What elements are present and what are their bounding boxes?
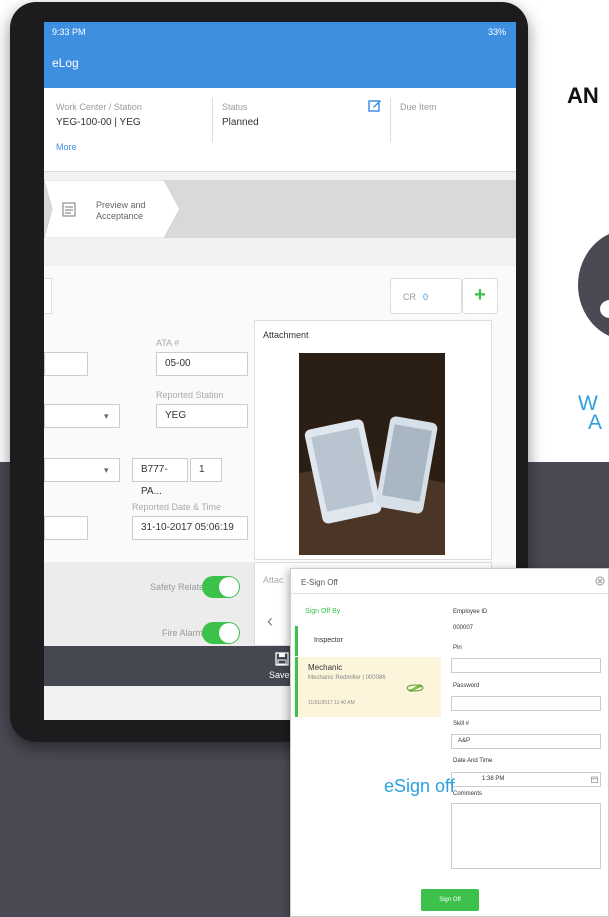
status-time: 9:33 PM: [52, 27, 86, 37]
left-field-1[interactable]: [44, 352, 88, 376]
save-label: Save: [269, 670, 290, 680]
password-label: Password: [453, 683, 480, 689]
slide-caption-line-2: A: [588, 411, 603, 434]
attachment-title: Attachment: [263, 330, 309, 340]
status-bar: 9:33 PM 33%: [44, 22, 516, 42]
info-divider: [212, 98, 213, 142]
ata-input[interactable]: 05-00: [156, 352, 248, 376]
sign-off-button[interactable]: Sign Off: [421, 889, 479, 911]
step-preview-acceptance[interactable]: Preview and Acceptance: [44, 180, 184, 238]
avatar-circle: [578, 230, 609, 340]
work-order-info-panel: Work Center / Station YEG-100-00 | YEG S…: [44, 88, 516, 172]
ata-label: ATA #: [156, 338, 180, 348]
inspector-label: Inspector: [314, 637, 343, 644]
safety-related-label: Safety Related: [150, 582, 210, 592]
slide-canvas: AN W A 9:33 PM 33% eLog Work Center / St…: [0, 0, 609, 917]
attachment-photo-image: [299, 353, 445, 555]
toggle-knob: [219, 623, 239, 643]
attachment-photo[interactable]: [299, 353, 445, 555]
previous-arrow-icon[interactable]: ‹: [267, 611, 273, 632]
safety-related-toggle[interactable]: [202, 576, 240, 598]
reported-datetime-label: Reported Date & Time: [132, 502, 222, 512]
step-label-line-1: Preview and: [96, 200, 146, 210]
dropdown-caret-icon: ▾: [104, 465, 109, 475]
esign-dialog: E-Sign Off Sign Off By Inspector Mechani…: [290, 568, 609, 917]
step-label: Preview and Acceptance: [96, 200, 146, 222]
header-divider: [291, 593, 608, 594]
reported-datetime-input[interactable]: 31-10-2017 05:06:19: [132, 516, 248, 540]
skill-label: Skill #: [453, 721, 470, 727]
skill-input[interactable]: A&P: [451, 734, 601, 749]
app-title: eLog: [52, 56, 79, 70]
attachment-panel: Attachment: [254, 320, 492, 560]
employee-id-value: 000007: [453, 625, 474, 631]
cr-label: CR: [403, 292, 416, 302]
dropdown-caret-icon: ▾: [104, 411, 109, 421]
fire-alarm-toggle[interactable]: [202, 622, 240, 644]
work-center-value: YEG-100-00 | YEG: [56, 117, 141, 128]
password-input[interactable]: [451, 696, 601, 711]
esign-title: E-Sign Off: [301, 578, 338, 587]
battery-status: 33%: [487, 27, 506, 37]
step-label-line-2: Acceptance: [96, 211, 144, 221]
status-label: Status: [222, 102, 248, 112]
status-value: Planned: [222, 117, 259, 128]
cr-counter[interactable]: CR 0: [390, 278, 462, 314]
document-icon: [62, 202, 76, 217]
comments-label: Comments: [453, 791, 483, 797]
slide-heading: AN: [567, 83, 599, 108]
date-time-input[interactable]: 1:38 PM: [451, 772, 601, 787]
workflow-steps: Preview and Acceptance: [44, 180, 516, 238]
reported-station-label: Reported Station: [156, 390, 224, 400]
due-item-label: Due Item: [400, 102, 437, 112]
cr-value: 0: [423, 292, 429, 302]
signature-pen-icon: [406, 684, 424, 692]
part-number-input[interactable]: B777-PA...: [132, 458, 188, 497]
mechanic-name: Mechanic Redmiller | 000086: [308, 675, 386, 681]
mechanic-title: Mechanic: [308, 663, 343, 672]
reported-station-input[interactable]: YEG: [156, 404, 248, 428]
quantity-input[interactable]: 1: [190, 458, 222, 482]
pin-label: Pin: [453, 645, 462, 651]
safety-toggles: Safety Related Fire Alarm?: [44, 562, 254, 646]
info-divider: [390, 98, 391, 142]
attachment-lower-label: Attac: [263, 575, 284, 585]
toggle-knob: [219, 577, 239, 597]
mechanic-timestamp: 11/01/2017 11:40 AM: [308, 700, 355, 706]
left-field-2[interactable]: [44, 516, 88, 540]
work-center-label: Work Center / Station: [56, 102, 142, 112]
close-icon[interactable]: [595, 576, 605, 586]
left-input-edge[interactable]: [44, 278, 52, 314]
sign-off-by-heading: Sign Off By: [305, 608, 341, 615]
add-button[interactable]: +: [462, 278, 498, 314]
edit-icon[interactable]: [368, 98, 382, 112]
signer-mechanic[interactable]: Mechanic Mechanic Redmiller | 000086 11/…: [295, 657, 441, 717]
save-icon: [275, 652, 289, 666]
employee-id-label: Employee ID: [453, 609, 488, 615]
signer-inspector[interactable]: Inspector: [295, 626, 399, 656]
more-link[interactable]: More: [56, 142, 77, 152]
date-time-label: Date And Time: [453, 758, 493, 764]
calendar-icon[interactable]: [591, 776, 598, 783]
comments-textarea[interactable]: [451, 803, 601, 869]
pin-input[interactable]: [451, 658, 601, 673]
esign-caption: eSign off: [384, 776, 455, 796]
